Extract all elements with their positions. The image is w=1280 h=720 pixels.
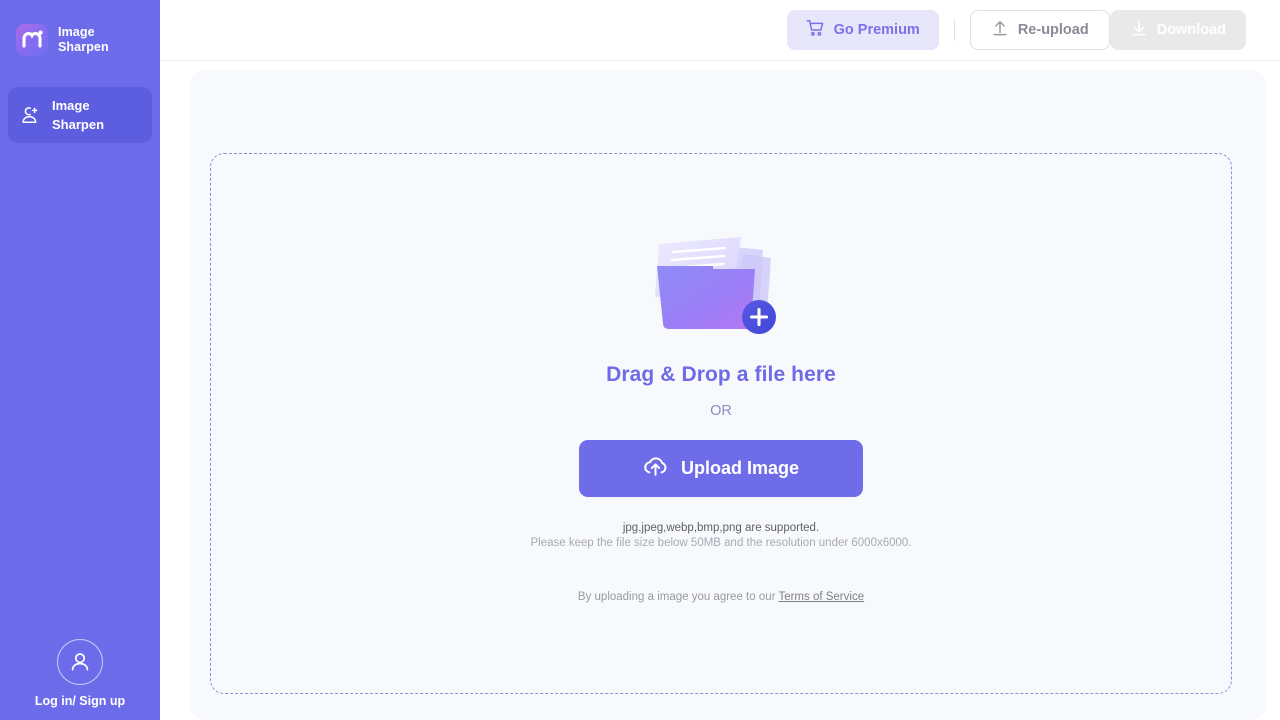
cart-icon xyxy=(806,19,825,41)
upload-image-button[interactable]: Upload Image xyxy=(579,440,863,497)
re-upload-label: Re-upload xyxy=(1017,22,1089,38)
sidebar-item-label: Image Sharpen xyxy=(52,98,105,132)
sidebar: Image Sharpen Image Sharpen Log in/ Sign… xyxy=(0,0,160,720)
supported-formats-hint: jpg,jpeg,webp,bmp,png are supported. xyxy=(622,522,820,534)
upload-image-label: Upload Image xyxy=(680,458,800,478)
topbar-divider xyxy=(953,19,955,41)
terms-notice: By uploading a image you agree to our Te… xyxy=(578,591,864,603)
dropzone[interactable]: Drag & Drop a file here OR Upload Image … xyxy=(210,153,1232,694)
drag-drop-title: Drag & Drop a file here xyxy=(606,363,836,386)
upload-card: Drag & Drop a file here OR Upload Image … xyxy=(190,70,1266,720)
user-avatar-icon xyxy=(57,639,103,685)
or-label: OR xyxy=(710,403,732,419)
account-login-label: Log in/ Sign up xyxy=(34,694,126,708)
cloud-upload-icon xyxy=(643,455,668,483)
re-upload-button[interactable]: Re-upload xyxy=(969,10,1110,50)
topbar: Go Premium Re-upload Download xyxy=(160,0,1280,61)
brand: Image Sharpen xyxy=(0,0,160,60)
go-premium-button[interactable]: Go Premium xyxy=(786,10,939,50)
go-premium-label: Go Premium xyxy=(833,22,920,38)
account-login[interactable]: Log in/ Sign up xyxy=(0,639,160,708)
person-plus-icon xyxy=(20,104,42,126)
app-root: Image Sharpen Image Sharpen Log in/ Sign… xyxy=(0,0,1280,720)
terms-of-service-link[interactable]: Terms of Service xyxy=(778,591,864,603)
download-arrow-icon xyxy=(1130,19,1148,41)
download-button[interactable]: Download xyxy=(1109,10,1246,50)
download-label: Download xyxy=(1156,22,1226,38)
file-limits-hint: Please keep the file size below 50MB and… xyxy=(530,537,912,549)
sidebar-nav: Image Sharpen xyxy=(0,87,160,143)
m-logo-icon xyxy=(16,24,48,56)
folder-add-icon xyxy=(651,225,791,337)
main-content: Go Premium Re-upload Download Drag & Dro… xyxy=(160,0,1280,720)
upload-arrow-icon xyxy=(991,19,1009,41)
brand-name: Image Sharpen xyxy=(58,25,109,54)
terms-notice-prefix: By uploading a image you agree to our xyxy=(577,591,779,603)
sidebar-item-image-sharpen[interactable]: Image Sharpen xyxy=(8,87,152,143)
